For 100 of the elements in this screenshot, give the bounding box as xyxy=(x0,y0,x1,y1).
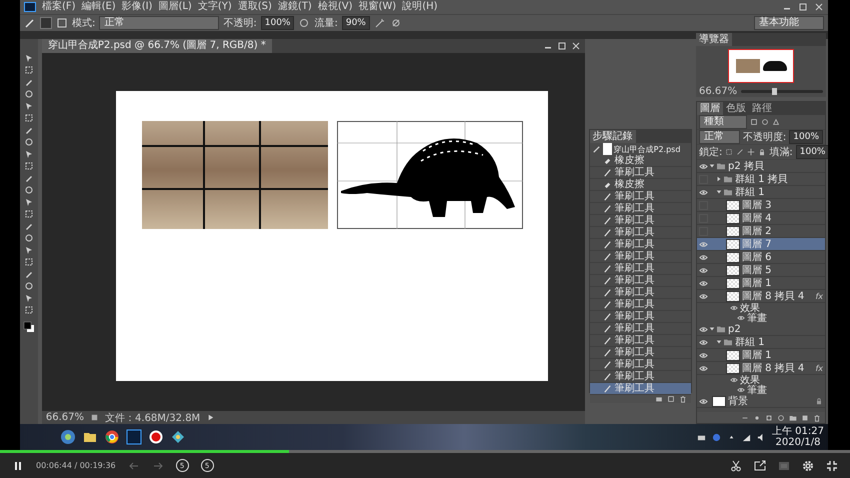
menu-item[interactable]: 濾鏡(T) xyxy=(278,1,312,13)
layer-row[interactable]: 背景 xyxy=(697,395,825,408)
scissors-icon[interactable] xyxy=(730,460,742,472)
history-item[interactable]: 筆刷工具 xyxy=(590,287,691,299)
app-icon[interactable] xyxy=(170,429,186,445)
move-icon[interactable] xyxy=(747,148,756,156)
tool-icon[interactable] xyxy=(24,293,34,303)
layer-row[interactable]: 圖層 3 xyxy=(697,199,825,212)
arrow-left-icon[interactable] xyxy=(128,460,140,472)
blend-mode-dropdown[interactable]: 正常 xyxy=(699,130,740,144)
caret-right-icon[interactable] xyxy=(716,176,722,182)
eye-icon[interactable] xyxy=(698,350,708,360)
image-editor-icon[interactable] xyxy=(126,429,142,445)
camera-icon[interactable] xyxy=(655,395,663,403)
eye-icon[interactable] xyxy=(737,314,745,322)
progress-track[interactable] xyxy=(0,450,850,453)
settings-icon[interactable] xyxy=(802,460,814,472)
browser-icon[interactable] xyxy=(104,429,120,445)
tool-icon[interactable] xyxy=(24,197,34,207)
picture-in-picture-icon[interactable] xyxy=(778,460,790,472)
eye-icon[interactable] xyxy=(698,266,708,274)
snapshot-name[interactable]: 穿山甲合成P2.psd xyxy=(614,144,680,154)
eye-icon[interactable] xyxy=(698,278,708,288)
tool-icon[interactable] xyxy=(24,101,34,111)
eye-icon[interactable] xyxy=(698,188,708,196)
adjust-filter-icon[interactable] xyxy=(761,118,769,126)
taskbar-clock[interactable]: 上午 01:27 2020/1/8 xyxy=(772,426,824,448)
arrow-right-icon[interactable] xyxy=(152,460,164,472)
history-tab[interactable]: 步驟記錄 xyxy=(590,130,636,143)
tool-icon[interactable] xyxy=(24,53,34,63)
history-item[interactable]: 橡皮擦 xyxy=(590,155,691,167)
navigator-preview[interactable] xyxy=(728,49,794,83)
layer-row[interactable]: 筆畫 xyxy=(697,385,825,395)
eye-icon[interactable] xyxy=(698,252,708,262)
tool-icon[interactable] xyxy=(24,89,34,99)
mask-icon[interactable] xyxy=(765,414,773,422)
history-item[interactable]: 筆刷工具 xyxy=(590,239,691,251)
history-item[interactable]: 筆刷工具 xyxy=(590,215,691,227)
visibility-toggle[interactable] xyxy=(698,174,708,184)
brush-source-icon[interactable] xyxy=(592,144,601,154)
play-arrow-icon[interactable] xyxy=(206,413,216,422)
panel-tab[interactable]: 路徑 xyxy=(749,102,775,115)
brush-icon[interactable] xyxy=(24,17,36,29)
visibility-toggle[interactable] xyxy=(698,226,708,236)
history-item[interactable]: 橡皮擦 xyxy=(590,179,691,191)
share-icon[interactable] xyxy=(754,460,766,472)
airbrush-icon[interactable] xyxy=(374,17,386,29)
tool-icon[interactable] xyxy=(24,233,34,243)
eye-icon[interactable] xyxy=(698,292,708,300)
image-filter-icon[interactable] xyxy=(750,118,758,126)
tool-icon[interactable] xyxy=(24,65,34,75)
layer-row[interactable]: 圖層 8 拷貝 4 fx xyxy=(697,362,825,375)
layer-row[interactable]: 圖層 1 xyxy=(697,277,825,290)
menu-item[interactable]: 影像(I) xyxy=(122,1,152,13)
restore-icon[interactable] xyxy=(798,2,808,12)
history-item[interactable]: 筆刷工具 xyxy=(590,299,691,311)
layer-row[interactable]: 群組 1 xyxy=(697,336,825,349)
menu-item[interactable]: 檔案(F) xyxy=(42,1,76,13)
eye-icon[interactable] xyxy=(730,376,738,384)
history-item[interactable]: 筆刷工具 xyxy=(590,323,691,335)
mode-dropdown[interactable]: 正常 xyxy=(99,16,220,30)
layer-row[interactable]: 效果 xyxy=(697,375,825,385)
history-item[interactable]: 筆刷工具 xyxy=(590,311,691,323)
eye-icon[interactable] xyxy=(698,396,708,406)
caret-down-icon[interactable] xyxy=(716,189,722,195)
layer-row[interactable]: 筆畫 xyxy=(697,313,825,323)
tool-icon[interactable] xyxy=(24,209,34,219)
tool-icon[interactable] xyxy=(24,281,34,291)
layer-row[interactable]: 圖層 8 拷貝 4 fx xyxy=(697,290,825,303)
keyboard-icon[interactable] xyxy=(697,432,706,442)
history-item[interactable]: 筆刷工具 xyxy=(590,347,691,359)
tool-icon[interactable] xyxy=(24,185,34,195)
folder-icon[interactable] xyxy=(789,414,797,422)
history-item[interactable]: 筆刷工具 xyxy=(590,251,691,263)
layer-row[interactable]: 圖層 5 xyxy=(697,264,825,277)
caret-down-icon[interactable] xyxy=(716,339,722,345)
tool-icon[interactable] xyxy=(24,305,34,315)
history-item[interactable]: 筆刷工具 xyxy=(590,359,691,371)
exit-fullscreen-icon[interactable] xyxy=(826,460,838,472)
globe-icon[interactable] xyxy=(712,432,721,442)
layer-row[interactable]: p2 xyxy=(697,323,825,336)
trash-icon[interactable] xyxy=(813,414,821,422)
menu-item[interactable]: 選取(S) xyxy=(238,1,272,13)
start-orb-icon[interactable] xyxy=(60,429,76,445)
menu-item[interactable]: 編輯(E) xyxy=(82,1,116,13)
tool-icon[interactable] xyxy=(24,173,34,183)
opacity-field[interactable]: 100% xyxy=(260,16,294,30)
tool-icon[interactable] xyxy=(24,149,34,159)
eye-icon[interactable] xyxy=(698,240,708,248)
visibility-toggle[interactable] xyxy=(698,214,708,222)
history-item[interactable]: 筆刷工具 xyxy=(590,191,691,203)
lock-icon[interactable] xyxy=(758,148,766,156)
opacity-field[interactable]: 100% xyxy=(789,130,823,144)
document-tab[interactable]: 穿山甲合成P2.psd @ 66.7% (圖層 7, RGB/8) * xyxy=(42,39,272,53)
menu-item[interactable]: 視窗(W) xyxy=(358,1,396,13)
caret-down-icon[interactable] xyxy=(709,163,715,169)
tool-icon[interactable] xyxy=(24,77,34,87)
close-icon[interactable] xyxy=(570,41,581,51)
eye-icon[interactable] xyxy=(730,304,738,312)
trash-icon[interactable] xyxy=(679,395,687,403)
